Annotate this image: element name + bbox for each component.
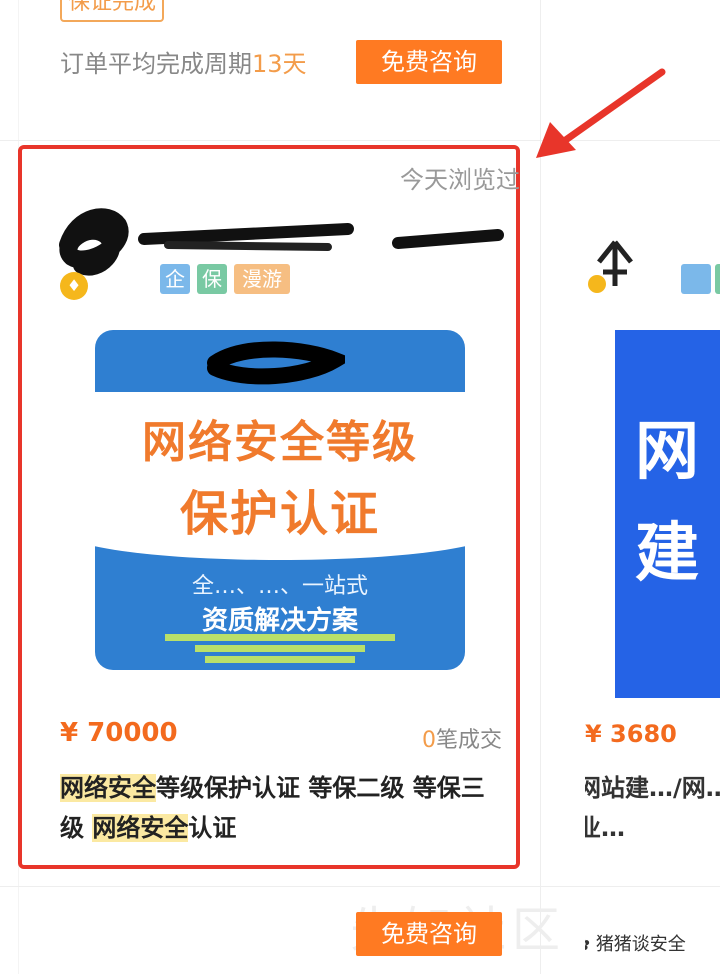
side-image-text-1: 网 [635,415,699,489]
deals-value: 0 [421,728,436,753]
side-image-text-2: 建 [635,517,699,591]
guarantee-badge: 保证完成 [60,0,165,22]
product-title[interactable]: 网络安全等级保护认证 等保二级 等保三级 网络安全认证 [60,768,500,848]
side-product-price: ¥ 3680 [585,720,677,748]
side-product-title[interactable]: 网站建…/网…业… [585,768,720,848]
side-tag-2 [715,264,720,294]
shop-level-icon: ♦ [60,272,88,300]
free-consult-button-top[interactable]: 免费咨询 [356,40,502,84]
side-product-image[interactable]: 网 建 [615,330,720,698]
image-title-line2: 保护认证 [179,486,380,542]
side-shop-logo [588,240,633,293]
image-blurred-details [165,634,395,663]
side-tag-1 [681,264,711,294]
title-part-2: 认证 [188,814,237,842]
image-subtitle: 全…、…、一站式 [191,574,368,599]
cycle-label: 订单平均完成周期 [60,50,252,78]
viewed-today-label: 今天浏览过 [400,166,520,194]
title-highlight-1: 网络安全 [60,774,156,802]
tag-roaming: 漫游 [234,264,290,294]
image-title-line1: 网络安全等级 [142,417,418,468]
avg-cycle-text: 订单平均完成周期13天 [60,44,307,79]
wechat-icon: ✿ [585,934,596,955]
product-image[interactable]: 网络安全等级 保护认证 全…、…、一站式 资质解决方案 [95,330,465,670]
tag-enterprise: 企 [160,264,190,294]
deals-count: 0笔成交 [422,722,502,754]
title-highlight-2: 网络安全 [92,814,189,842]
deals-label: 笔成交 [435,728,502,753]
tag-guarantee: 保 [197,264,227,294]
cycle-value: 13天 [252,50,307,78]
free-consult-button-bottom[interactable]: 免费咨询 [356,912,502,956]
side-product-card[interactable]: 网 建 ¥ 3680 网站建…/网…业… ✿ 猪猪谈安全 [585,0,720,974]
redacted-logo [207,341,345,385]
product-price: ¥ 70000 [60,718,178,748]
wechat-account-label: ✿ 猪猪谈安全 [585,930,686,956]
wechat-name: 猪猪谈安全 [595,934,686,955]
